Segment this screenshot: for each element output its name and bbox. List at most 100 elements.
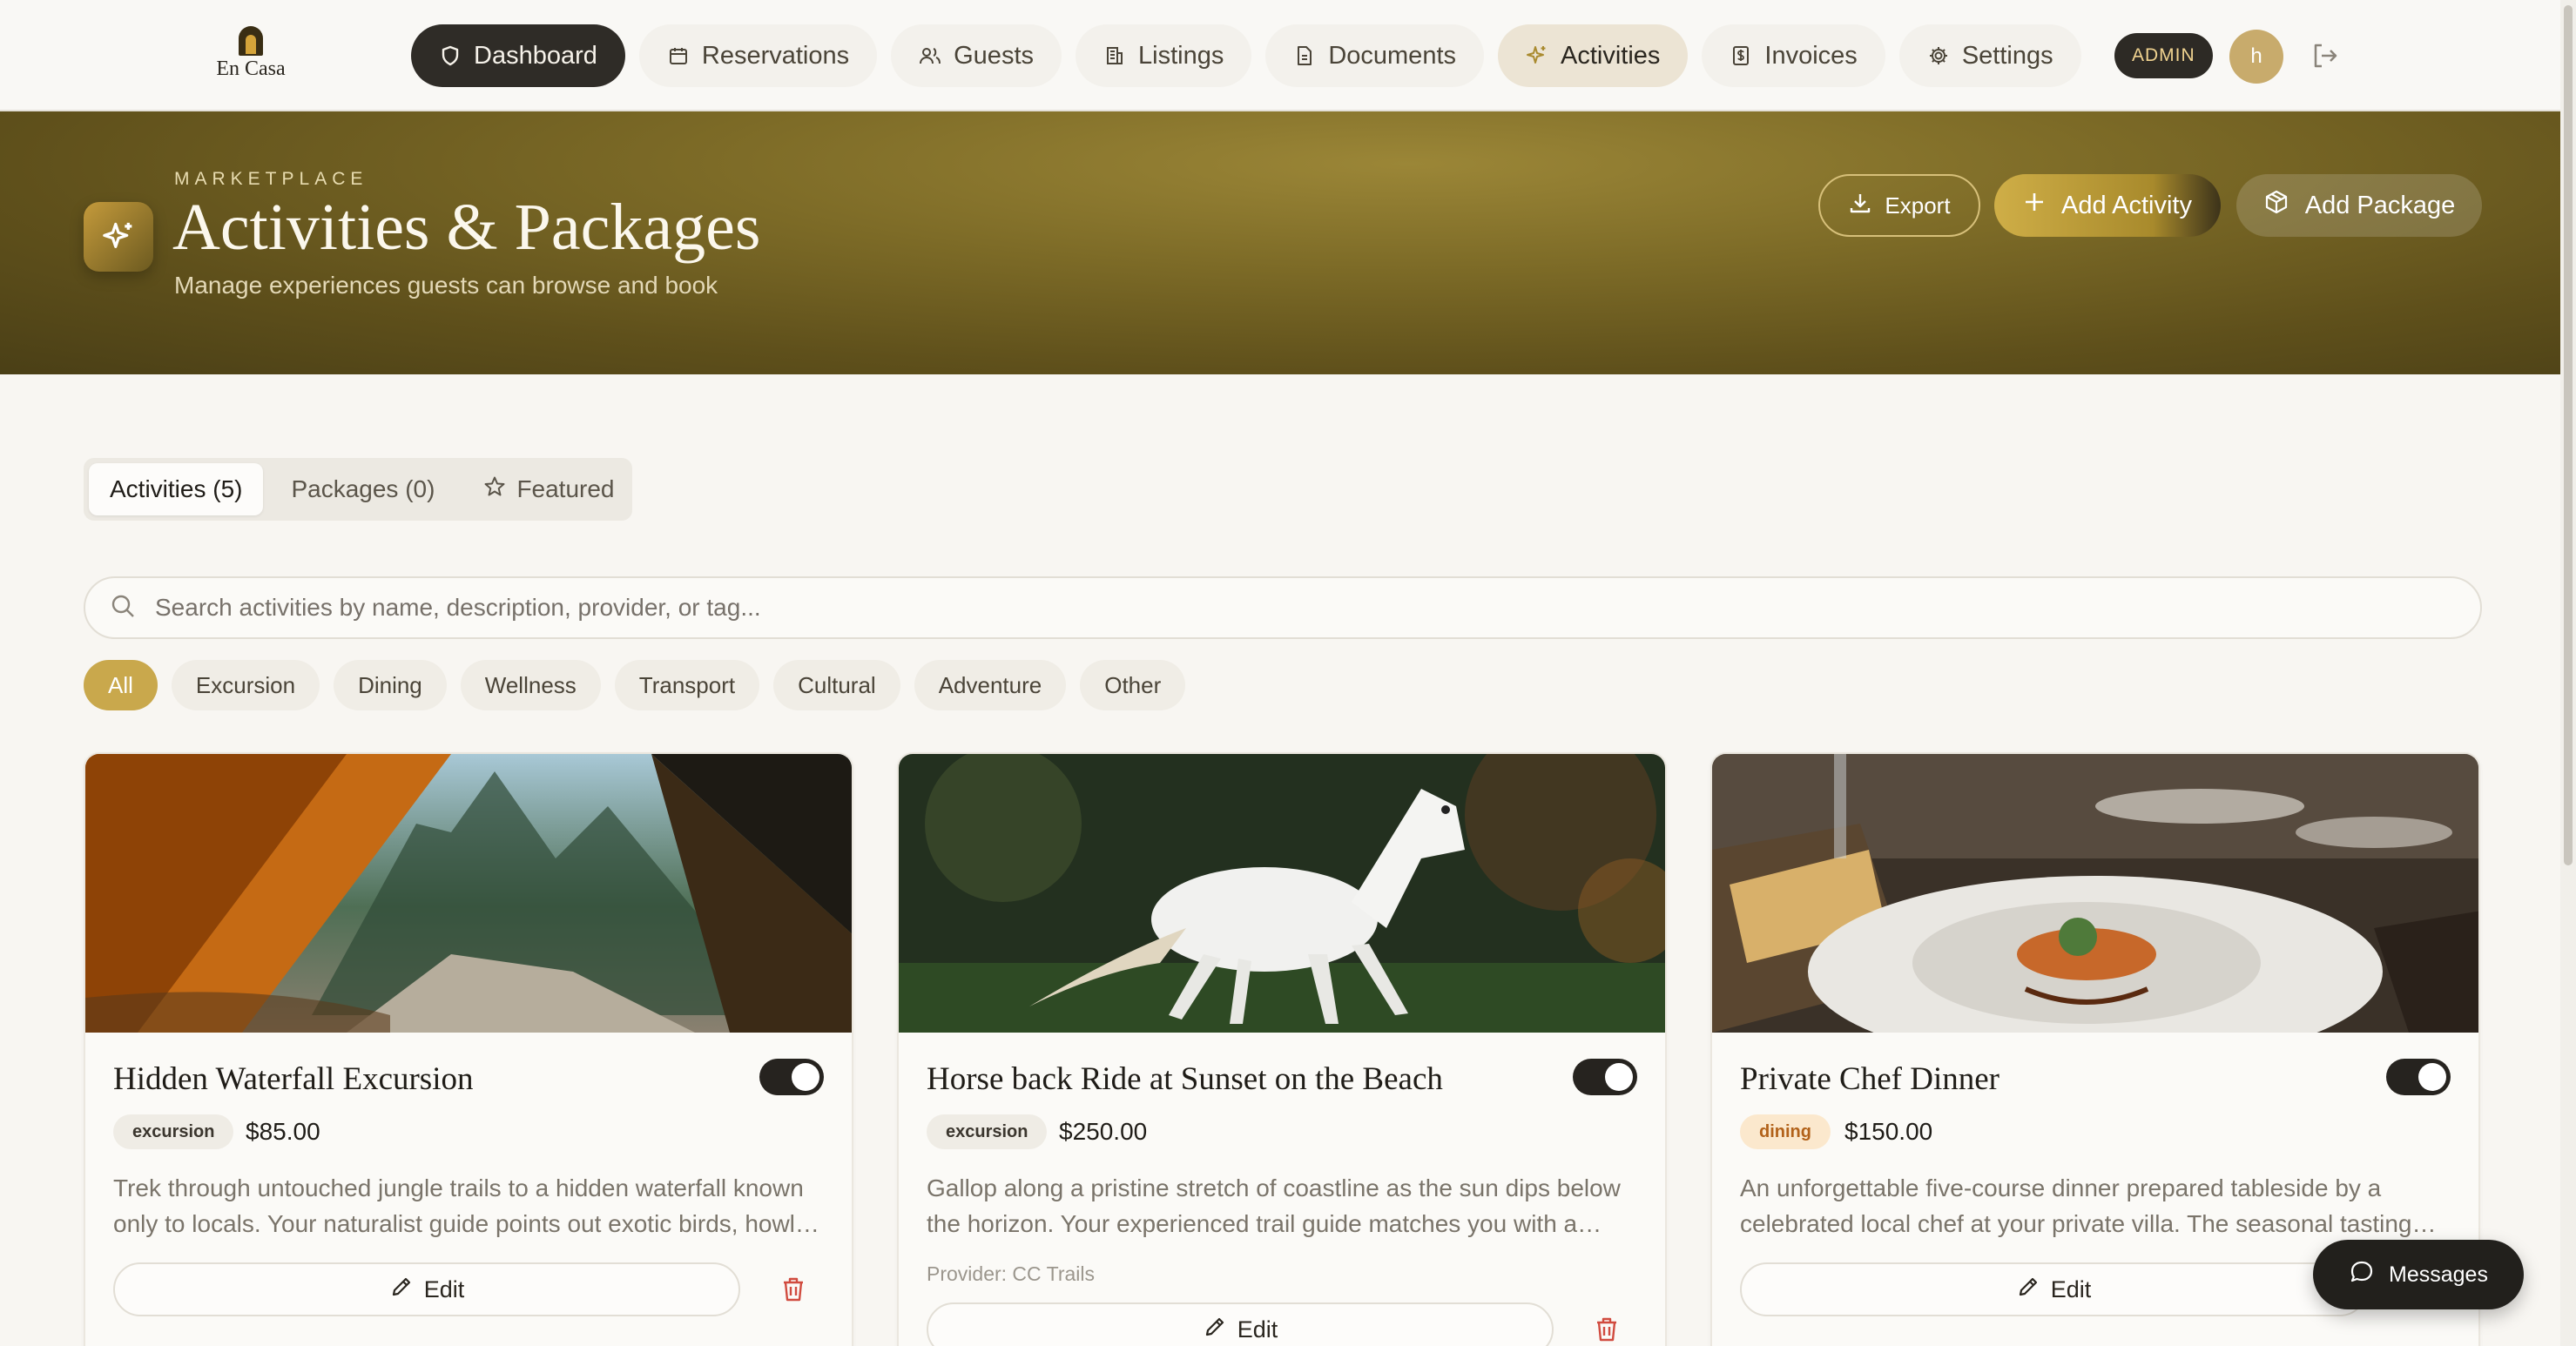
plus-icon: [2023, 191, 2046, 220]
nav-item-guests[interactable]: Guests: [891, 24, 1062, 87]
export-button[interactable]: Export: [1818, 174, 1980, 237]
edit-button[interactable]: Edit: [927, 1302, 1554, 1346]
nav-item-listings[interactable]: Listings: [1076, 24, 1252, 87]
nav-item-activities[interactable]: Activities: [1498, 24, 1689, 87]
tab-activities[interactable]: Activities (5): [89, 463, 264, 515]
tab-featured[interactable]: Featured: [462, 463, 635, 515]
shield-icon: [439, 44, 462, 67]
activity-price: $85.00: [246, 1118, 320, 1145]
top-navigation-bar: En Casa Dashboard Reservations Guests Li…: [0, 0, 2576, 111]
filter-chip-excursion[interactable]: Excursion: [171, 660, 320, 710]
activity-photo: [1712, 754, 2478, 1033]
page-subtitle: Manage experiences guests can browse and…: [174, 272, 718, 299]
add-activity-button[interactable]: Add Activity: [1994, 174, 2221, 237]
activity-enabled-toggle[interactable]: [1573, 1059, 1637, 1095]
sparkles-icon: [1526, 44, 1548, 67]
sparkles-icon: [84, 202, 153, 272]
filter-chip-cultural[interactable]: Cultural: [773, 660, 900, 710]
building-icon: [1103, 44, 1126, 67]
activity-price: $250.00: [1059, 1118, 1148, 1145]
edit-button-label: Edit: [2050, 1275, 2092, 1302]
activity-photo: [85, 754, 852, 1033]
edit-button-label: Edit: [1237, 1316, 1278, 1343]
nav-item-label: Listings: [1138, 41, 1224, 70]
admin-role-badge: ADMIN: [2114, 33, 2213, 78]
search-input[interactable]: [155, 594, 2332, 622]
pencil-icon: [2016, 1275, 2040, 1305]
nav-item-label: Reservations: [701, 41, 850, 70]
edit-button[interactable]: Edit: [113, 1262, 740, 1316]
tab-packages[interactable]: Packages (0): [270, 463, 455, 515]
add-package-label: Add Package: [2304, 191, 2456, 219]
activity-price: $150.00: [1844, 1118, 1933, 1145]
trash-icon[interactable]: [779, 1275, 808, 1304]
filter-chip-all[interactable]: All: [84, 660, 158, 710]
category-filters: All Excursion Dining Wellness Transport …: [84, 660, 1186, 710]
add-package-button[interactable]: Add Package: [2236, 174, 2482, 237]
activity-enabled-toggle[interactable]: [2386, 1059, 2451, 1095]
user-avatar[interactable]: h: [2229, 30, 2283, 84]
arch-logo-icon: [239, 26, 263, 56]
tab-featured-label: Featured: [516, 475, 615, 502]
brand-logo[interactable]: En Casa: [211, 26, 291, 81]
chat-bubble-icon: [2349, 1259, 2375, 1291]
content-tabs: Activities (5) Packages (0) Featured: [84, 458, 632, 521]
nav-item-reservations[interactable]: Reservations: [638, 24, 878, 87]
nav-item-label: Settings: [1961, 41, 2053, 70]
gear-icon: [1927, 44, 1950, 67]
filter-chip-other[interactable]: Other: [1080, 660, 1186, 710]
export-button-label: Export: [1885, 192, 1951, 219]
filter-chip-adventure[interactable]: Adventure: [914, 660, 1067, 710]
nav-item-label: Guests: [954, 41, 1034, 70]
search-bar: [84, 576, 2482, 639]
filter-chip-wellness[interactable]: Wellness: [460, 660, 601, 710]
activity-title: Hidden Waterfall Excursion: [113, 1061, 474, 1097]
messages-button[interactable]: Messages: [2313, 1240, 2524, 1309]
nav-item-label: Invoices: [1764, 41, 1858, 70]
star-icon: [483, 475, 506, 504]
package-icon: [2263, 189, 2289, 222]
pencil-icon: [1203, 1315, 1227, 1345]
download-icon: [1848, 191, 1872, 221]
nav-item-label: Documents: [1328, 41, 1456, 70]
calendar-icon: [667, 44, 690, 67]
filter-chip-dining[interactable]: Dining: [334, 660, 447, 710]
activity-card: Horse back Ride at Sunset on the Beach e…: [897, 752, 1667, 1346]
search-icon: [110, 593, 136, 623]
document-icon: [1293, 44, 1316, 67]
activity-enabled-toggle[interactable]: [759, 1059, 824, 1095]
pencil-icon: [389, 1275, 414, 1305]
activity-provider: Provider: CC Trails: [927, 1262, 1095, 1285]
main-nav: Dashboard Reservations Guests Listings D…: [411, 24, 2081, 87]
nav-item-documents[interactable]: Documents: [1265, 24, 1484, 87]
activity-description: An unforgettable five-course dinner prep…: [1740, 1174, 2412, 1237]
category-badge: excursion: [113, 1114, 234, 1149]
activity-description: Trek through untouched jungle trails to …: [113, 1174, 817, 1237]
category-badge: excursion: [927, 1114, 1048, 1149]
activity-title: Private Chef Dinner: [1740, 1061, 1999, 1097]
add-activity-label: Add Activity: [2061, 191, 2192, 219]
page-eyebrow: MARKETPLACE: [174, 169, 368, 189]
activity-photo: [899, 754, 1665, 1033]
category-badge: dining: [1740, 1114, 1831, 1149]
logout-icon[interactable]: [2310, 40, 2341, 71]
nav-item-settings[interactable]: Settings: [1898, 24, 2081, 87]
brand-name: En Casa: [216, 57, 286, 80]
activity-card: Hidden Waterfall Excursion excursion $85…: [84, 752, 853, 1346]
users-icon: [919, 44, 941, 67]
edit-button[interactable]: Edit: [1740, 1262, 2367, 1316]
edit-button-label: Edit: [423, 1275, 465, 1302]
nav-item-label: Activities: [1561, 41, 1661, 70]
page-scrollbar-thumb[interactable]: [2564, 5, 2573, 865]
trash-icon[interactable]: [1592, 1315, 1622, 1344]
activity-description: Gallop along a pristine stretch of coast…: [927, 1174, 1621, 1237]
invoice-icon: [1730, 44, 1752, 67]
filter-chip-transport[interactable]: Transport: [614, 660, 760, 710]
nav-item-invoices[interactable]: Invoices: [1702, 24, 1885, 87]
activity-title: Horse back Ride at Sunset on the Beach: [927, 1061, 1443, 1097]
nav-item-label: Dashboard: [474, 41, 597, 70]
nav-item-dashboard[interactable]: Dashboard: [411, 24, 625, 87]
page-header: MARKETPLACE Activities & Packages Manage…: [0, 111, 2560, 374]
messages-label: Messages: [2389, 1262, 2488, 1287]
page-title: Activities & Packages: [172, 191, 761, 264]
